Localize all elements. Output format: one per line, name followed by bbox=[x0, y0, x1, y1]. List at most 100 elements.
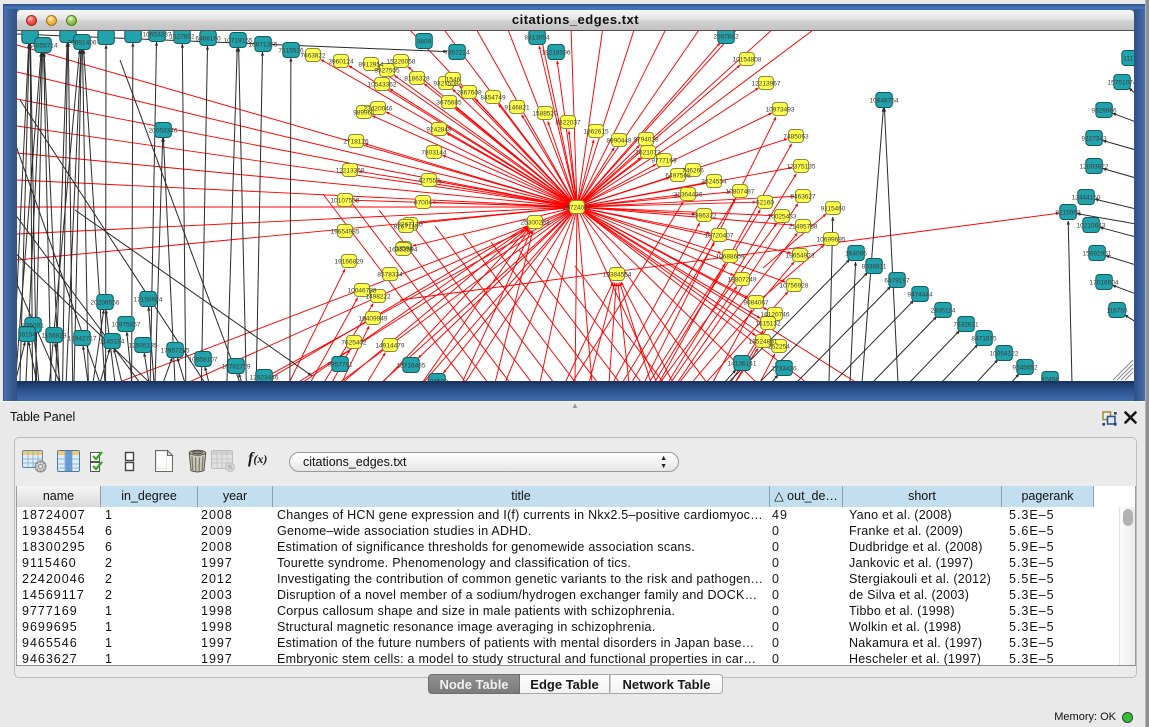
svg-text:21495758: 21495758 bbox=[789, 224, 818, 231]
svg-text:3960124: 3960124 bbox=[328, 59, 354, 66]
svg-text:15720407: 15720407 bbox=[705, 233, 734, 240]
svg-text:10648754: 10648754 bbox=[870, 98, 899, 105]
svg-text:116753: 116753 bbox=[1106, 308, 1128, 315]
svg-text:19384554: 19384554 bbox=[603, 272, 632, 279]
svg-text:9242848: 9242848 bbox=[426, 127, 452, 134]
svg-text:8990448: 8990448 bbox=[606, 138, 632, 145]
svg-text:9084067: 9084067 bbox=[743, 300, 769, 307]
svg-text:8454749: 8454749 bbox=[480, 95, 506, 102]
svg-text:3624554: 3624554 bbox=[701, 179, 727, 186]
svg-text:17016504: 17016504 bbox=[1090, 280, 1119, 287]
svg-text:9474444: 9474444 bbox=[907, 292, 933, 299]
svg-text:20691406: 20691406 bbox=[68, 40, 97, 47]
svg-text:10756928: 10756928 bbox=[780, 283, 809, 290]
svg-text:989961: 989961 bbox=[353, 110, 375, 117]
svg-text:1145194: 1145194 bbox=[100, 339, 125, 346]
svg-text:39154: 39154 bbox=[18, 332, 36, 339]
svg-text:9777169: 9777169 bbox=[651, 158, 677, 165]
svg-text:16409949: 16409949 bbox=[359, 316, 388, 323]
svg-text:8267115: 8267115 bbox=[394, 224, 419, 231]
svg-text:9329966: 9329966 bbox=[1091, 108, 1117, 115]
svg-text:9146821: 9146821 bbox=[504, 105, 530, 112]
svg-text:15226058: 15226058 bbox=[387, 59, 416, 66]
svg-text:12505135: 12505135 bbox=[129, 343, 158, 350]
svg-text:8471675: 8471675 bbox=[971, 336, 997, 343]
svg-text:15692951: 15692951 bbox=[1083, 251, 1112, 258]
svg-text:7986322: 7986322 bbox=[691, 213, 717, 220]
svg-text:7857224: 7857224 bbox=[444, 50, 470, 57]
svg-text:7632621: 7632621 bbox=[953, 322, 979, 329]
svg-text:1362615: 1362615 bbox=[583, 129, 609, 136]
svg-text:19654923: 19654923 bbox=[786, 253, 815, 260]
svg-text:7625402: 7625402 bbox=[341, 340, 367, 347]
svg-text:10543362: 10543362 bbox=[368, 82, 397, 89]
svg-text:2935114: 2935114 bbox=[931, 308, 956, 315]
svg-text:12923446: 12923446 bbox=[250, 375, 279, 382]
svg-text:10025433: 10025433 bbox=[768, 214, 797, 221]
svg-text:9327505: 9327505 bbox=[374, 68, 400, 75]
svg-text:9227343: 9227343 bbox=[1081, 136, 1107, 143]
svg-text:3809: 3809 bbox=[417, 39, 432, 46]
svg-text:8578334: 8578334 bbox=[377, 272, 403, 279]
svg-text:9794028: 9794028 bbox=[633, 137, 659, 144]
svg-text:12375135: 12375135 bbox=[787, 164, 816, 171]
svg-text:8322037: 8322037 bbox=[555, 120, 581, 127]
svg-text:7663822: 7663822 bbox=[300, 53, 326, 60]
svg-text:10973493: 10973493 bbox=[766, 107, 795, 114]
svg-text:12213967: 12213967 bbox=[752, 81, 781, 88]
svg-text:8813054: 8813054 bbox=[524, 35, 550, 42]
svg-text:12942717: 12942717 bbox=[68, 336, 97, 343]
svg-text:8215958: 8215958 bbox=[1055, 210, 1081, 217]
svg-text:20053346: 20053346 bbox=[149, 128, 178, 135]
svg-text:1156829: 1156829 bbox=[42, 333, 67, 340]
svg-text:1615132: 1615132 bbox=[755, 321, 781, 328]
svg-text:6466160: 6466160 bbox=[195, 36, 221, 43]
svg-text:10699695: 10699695 bbox=[817, 237, 846, 244]
svg-text:252254: 252254 bbox=[768, 344, 790, 351]
svg-text:9857791: 9857791 bbox=[327, 362, 353, 369]
svg-text:25300203: 25300203 bbox=[521, 220, 550, 227]
svg-text:14055714: 14055714 bbox=[29, 43, 58, 50]
svg-text:10154808: 10154808 bbox=[733, 57, 762, 64]
svg-text:14136141: 14136141 bbox=[728, 361, 757, 368]
svg-text:21364436: 21364436 bbox=[674, 192, 703, 199]
svg-text:10688609: 10688609 bbox=[716, 254, 745, 261]
svg-text:17159924: 17159924 bbox=[134, 297, 163, 304]
svg-text:19654985: 19654985 bbox=[331, 229, 360, 236]
svg-text:1621072: 1621072 bbox=[635, 150, 661, 157]
svg-text:124500: 124500 bbox=[426, 379, 448, 382]
svg-text:427552: 427552 bbox=[418, 178, 440, 185]
svg-text:9463627: 9463627 bbox=[790, 194, 816, 201]
svg-text:835001: 835001 bbox=[22, 323, 44, 330]
svg-text:16353594: 16353594 bbox=[389, 247, 418, 254]
svg-text:10054122: 10054122 bbox=[990, 351, 1019, 358]
svg-text:17957225: 17957225 bbox=[161, 348, 190, 355]
svg-text:20206556: 20206556 bbox=[91, 300, 120, 307]
svg-text:1588520: 1588520 bbox=[532, 111, 558, 118]
svg-text:9245652: 9245652 bbox=[1012, 365, 1038, 372]
svg-text:16782759: 16782759 bbox=[222, 364, 251, 371]
svg-text:1498222: 1498222 bbox=[365, 294, 391, 301]
svg-text:19218596: 19218596 bbox=[542, 50, 571, 57]
svg-text:15751074: 15751074 bbox=[1108, 80, 1134, 87]
svg-text:2087682: 2087682 bbox=[713, 34, 739, 41]
svg-text:16120746: 16120746 bbox=[761, 312, 790, 319]
svg-text:12444150: 12444150 bbox=[1072, 195, 1101, 202]
svg-text:3675685: 3675685 bbox=[436, 100, 462, 107]
svg-text:1527602: 1527602 bbox=[169, 34, 195, 41]
svg-text:12213369: 12213369 bbox=[336, 168, 365, 175]
svg-text:1117: 1117 bbox=[1123, 56, 1134, 63]
svg-text:92456: 92456 bbox=[1041, 377, 1059, 382]
svg-text:10107553: 10107553 bbox=[331, 198, 360, 205]
svg-text:2718126: 2718126 bbox=[343, 139, 369, 146]
svg-text:164095: 164095 bbox=[845, 251, 867, 258]
svg-text:8938911: 8938911 bbox=[862, 264, 887, 271]
svg-text:9115460: 9115460 bbox=[821, 206, 846, 213]
svg-text:14914479: 14914479 bbox=[376, 343, 405, 350]
svg-text:87004: 87004 bbox=[414, 200, 432, 207]
svg-text:6479197: 6479197 bbox=[884, 278, 910, 285]
svg-text:8186328: 8186328 bbox=[404, 76, 430, 83]
svg-text:18724007: 18724007 bbox=[563, 205, 592, 212]
svg-text:10958107: 10958107 bbox=[189, 357, 218, 364]
svg-text:7485063: 7485063 bbox=[783, 134, 809, 141]
